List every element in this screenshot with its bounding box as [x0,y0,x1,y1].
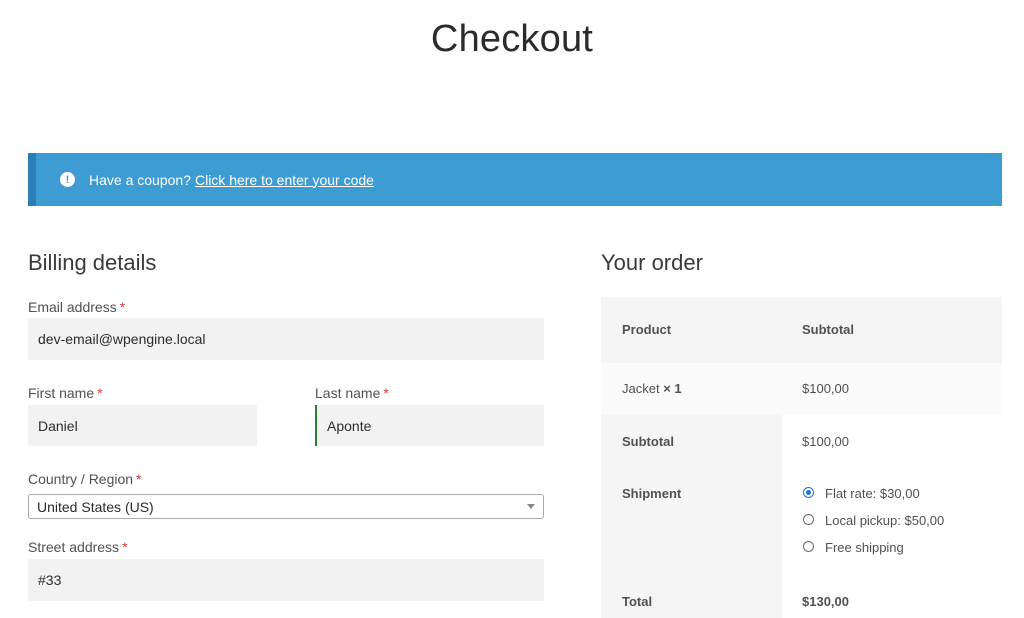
last-name-field[interactable] [315,405,544,446]
email-label: Email address * [28,299,126,315]
order-table: Product Subtotal Jacket × 1 $100,00 Subt… [601,297,1002,618]
country-select[interactable]: United States (US) [28,494,544,519]
product-column-header: Product [622,322,672,337]
item-quantity: × 1 [663,381,682,396]
order-header-row: Product Subtotal [601,297,1002,363]
total-label: Total [622,594,653,609]
subtotal-column-header: Subtotal [802,322,854,337]
page-title: Checkout [430,18,594,60]
subtotal-value: $100,00 [802,434,849,449]
shipping-radio-flat-rate[interactable] [803,487,814,498]
first-name-field[interactable] [28,405,257,446]
item-name: Jacket × 1 [622,381,682,396]
coupon-notice: ! Have a coupon? Click here to enter you… [28,153,1002,206]
country-select-value: United States (US) [37,498,154,515]
shipment-label: Shipment [622,486,682,501]
coupon-link[interactable]: Click here to enter your code [195,172,374,188]
email-field[interactable] [28,318,544,360]
country-label: Country / Region * [28,471,142,487]
required-mark: * [122,539,128,555]
coupon-text: Have a coupon? [89,171,191,188]
item-price: $100,00 [802,381,849,396]
billing-heading: Billing details [28,250,157,275]
order-totals: Subtotal $100,00 Shipment Flat rate: $30… [601,415,1002,618]
chevron-down-icon [527,504,535,509]
subtotal-label: Subtotal [622,434,674,449]
total-value: $130,00 [802,594,849,609]
required-mark: * [119,299,126,315]
order-heading: Your order [601,250,703,275]
street-address-field[interactable] [28,559,544,601]
street-label: Street address * [28,539,128,555]
required-mark: * [136,471,142,487]
shipping-option-label[interactable]: Flat rate: $30,00 [825,486,920,501]
first-name-label: First name * [28,385,103,401]
shipping-radio-local-pickup[interactable] [803,514,814,525]
required-mark: * [383,385,389,401]
info-icon: ! [60,172,75,187]
shipping-option-label[interactable]: Free shipping [825,540,904,555]
last-name-label: Last name * [315,385,389,401]
shipping-option-label[interactable]: Local pickup: $50,00 [825,513,944,528]
required-mark: * [97,385,103,401]
order-item-row: Jacket × 1 $100,00 [601,363,1002,415]
shipping-radio-free-shipping[interactable] [803,541,814,552]
